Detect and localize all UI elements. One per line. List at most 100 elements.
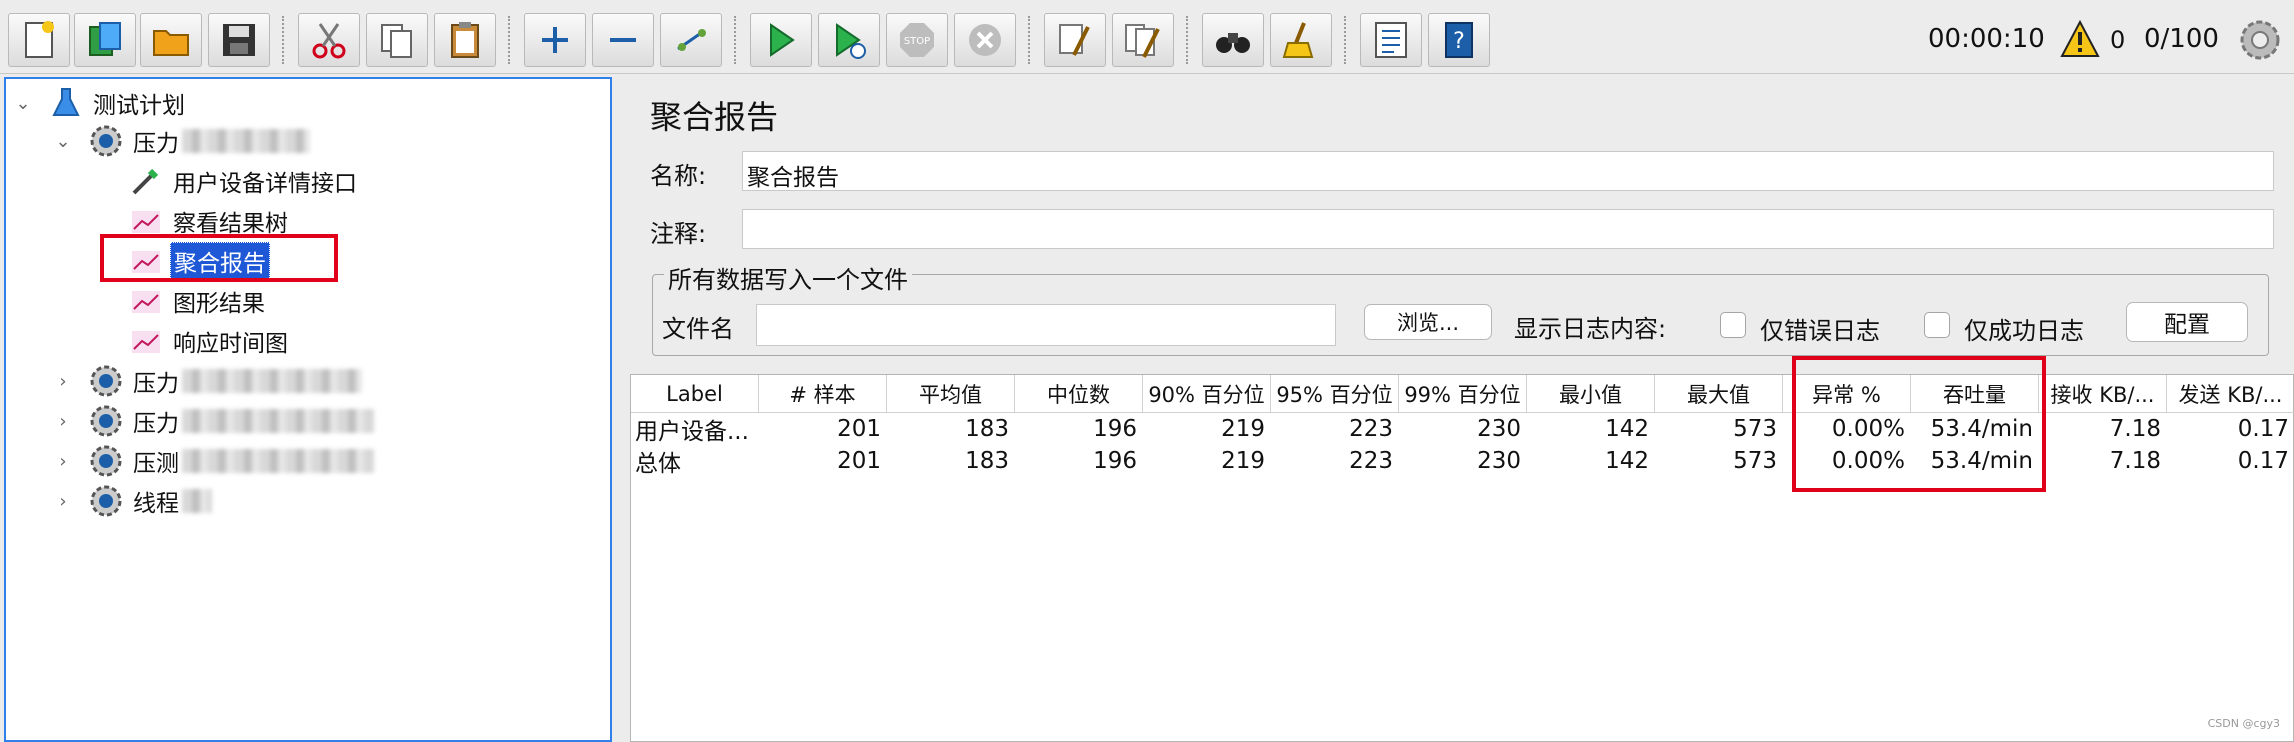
chevron-right-icon[interactable]: ›: [52, 491, 74, 512]
main-toolbar: STOP ? 00:00:10 0 0/100: [0, 0, 2294, 74]
name-label: 名称:: [650, 162, 707, 190]
clear-all-button[interactable]: [1112, 13, 1174, 67]
table-header[interactable]: # 样本: [759, 375, 887, 413]
chevron-down-icon[interactable]: ⌄: [52, 131, 74, 152]
browse-button[interactable]: 浏览...: [1364, 304, 1492, 340]
table-header[interactable]: 发送 KB/...: [2167, 375, 2294, 413]
open-button[interactable]: [140, 13, 202, 67]
stop-button[interactable]: STOP: [886, 13, 948, 67]
log-display-label: 显示日志内容:: [1514, 315, 1667, 343]
start-button[interactable]: [750, 13, 812, 67]
gear-icon: [90, 445, 122, 477]
start-no-pauses-button[interactable]: [818, 13, 880, 67]
paste-button[interactable]: [434, 13, 496, 67]
function-helper-button[interactable]: [1360, 13, 1422, 67]
broom-clear-all-icon: [1125, 24, 1160, 58]
chevron-down-icon[interactable]: ⌄: [12, 93, 34, 114]
success-only-checkbox[interactable]: [1924, 312, 1950, 338]
graph-listener-icon: [132, 331, 160, 353]
tree-node-graph-results[interactable]: 图形结果: [128, 283, 268, 319]
new-plan-button[interactable]: [8, 13, 70, 67]
plus-icon: [542, 27, 568, 53]
warning-count: 0: [2110, 26, 2126, 54]
chevron-right-icon[interactable]: ›: [52, 411, 74, 432]
tree-node-thread-group[interactable]: › 压力: [52, 403, 374, 439]
active-threads: 0/100: [2144, 24, 2219, 54]
tree-node-thread-group[interactable]: › 压测: [52, 443, 374, 479]
comment-label: 注释:: [650, 220, 707, 248]
table-header[interactable]: 最小值: [1527, 375, 1655, 413]
errors-only-label: 仅错误日志: [1760, 317, 1880, 345]
elapsed-time: 00:00:10: [1928, 24, 2045, 54]
clipboard-icon: [451, 22, 479, 58]
table-header[interactable]: 中位数: [1015, 375, 1143, 413]
toggle-icon: [677, 29, 706, 51]
panel-title: 聚合报告: [650, 98, 779, 136]
errors-only-checkbox[interactable]: [1720, 312, 1746, 338]
templates-button[interactable]: [74, 13, 136, 67]
table-header[interactable]: 平均值: [887, 375, 1015, 413]
svg-text:STOP: STOP: [904, 36, 930, 47]
play-icon: [770, 23, 795, 57]
play-no-timers-icon: [836, 23, 866, 59]
gear-icon: [90, 485, 122, 517]
gear-icon: [90, 365, 122, 397]
templates-icon: [89, 22, 121, 56]
help-book-icon: ?: [1445, 22, 1473, 58]
shutdown-button[interactable]: [954, 13, 1016, 67]
scissors-icon: [312, 23, 346, 59]
reset-search-button[interactable]: [1270, 13, 1332, 67]
flask-icon: [52, 88, 80, 116]
save-button[interactable]: [208, 13, 270, 67]
copy-button[interactable]: [366, 13, 428, 67]
broom-clear-icon: [1059, 24, 1090, 56]
gear-icon: [90, 405, 122, 437]
tree-node-thread-group[interactable]: › 线程: [52, 483, 212, 519]
gear-icon: [90, 125, 122, 157]
help-button[interactable]: ?: [1428, 13, 1490, 67]
tree-node-thread-group[interactable]: ⌄ 压力: [52, 123, 310, 159]
table-header[interactable]: 最大值: [1655, 375, 1783, 413]
binoculars-icon: [1216, 33, 1250, 53]
configure-button[interactable]: 配置: [2126, 302, 2248, 342]
table-header[interactable]: Label: [631, 375, 759, 413]
pipette-icon: [132, 168, 159, 195]
warning-icon[interactable]: [2060, 20, 2100, 58]
graph-listener-icon: [132, 291, 160, 313]
collapse-all-button[interactable]: [592, 13, 654, 67]
table-header[interactable]: 接收 KB/...: [2039, 375, 2167, 413]
tree-node-http-request[interactable]: 用户设备详情接口: [128, 163, 360, 199]
running-status-gear-icon: [2240, 20, 2280, 60]
table-header[interactable]: 90% 百分位: [1143, 375, 1271, 413]
svg-text:?: ?: [1453, 29, 1465, 54]
success-only-label: 仅成功日志: [1964, 317, 2084, 345]
tree-node-thread-group[interactable]: › 压力: [52, 363, 362, 399]
search-button[interactable]: [1202, 13, 1264, 67]
stop-sign-icon: STOP: [900, 23, 934, 57]
cut-button[interactable]: [298, 13, 360, 67]
expand-all-button[interactable]: [524, 13, 586, 67]
tree-node-test-plan[interactable]: ⌄ 测试计划: [12, 85, 188, 121]
shutdown-icon: [969, 24, 1001, 56]
table-header[interactable]: 95% 百分位: [1271, 375, 1399, 413]
copy-icon: [381, 24, 412, 58]
table-header[interactable]: 99% 百分位: [1399, 375, 1527, 413]
chevron-right-icon[interactable]: ›: [52, 451, 74, 472]
test-plan-tree: ⌄ 测试计划 ⌄ 压力 用户设备详情接口 察看结果树 聚合报告 图形结果 响应时…: [4, 77, 612, 742]
new-file-icon: [25, 21, 54, 58]
save-disk-icon: [223, 24, 255, 56]
chevron-right-icon[interactable]: ›: [52, 371, 74, 392]
minus-icon: [610, 38, 636, 42]
highlight-box-error-throughput: [1792, 356, 2046, 492]
file-group-title: 所有数据写入一个文件: [664, 260, 912, 295]
highlight-box-selected-node: [100, 234, 338, 282]
list-icon: [1375, 22, 1407, 58]
filename-input[interactable]: [756, 304, 1336, 346]
broom-icon: [1282, 22, 1314, 58]
open-folder-icon: [153, 30, 189, 56]
toggle-button[interactable]: [660, 13, 722, 67]
clear-button[interactable]: [1044, 13, 1106, 67]
name-field[interactable]: 聚合报告: [742, 151, 2274, 191]
comment-field[interactable]: [742, 209, 2274, 249]
tree-node-response-time-graph[interactable]: 响应时间图: [128, 323, 291, 359]
